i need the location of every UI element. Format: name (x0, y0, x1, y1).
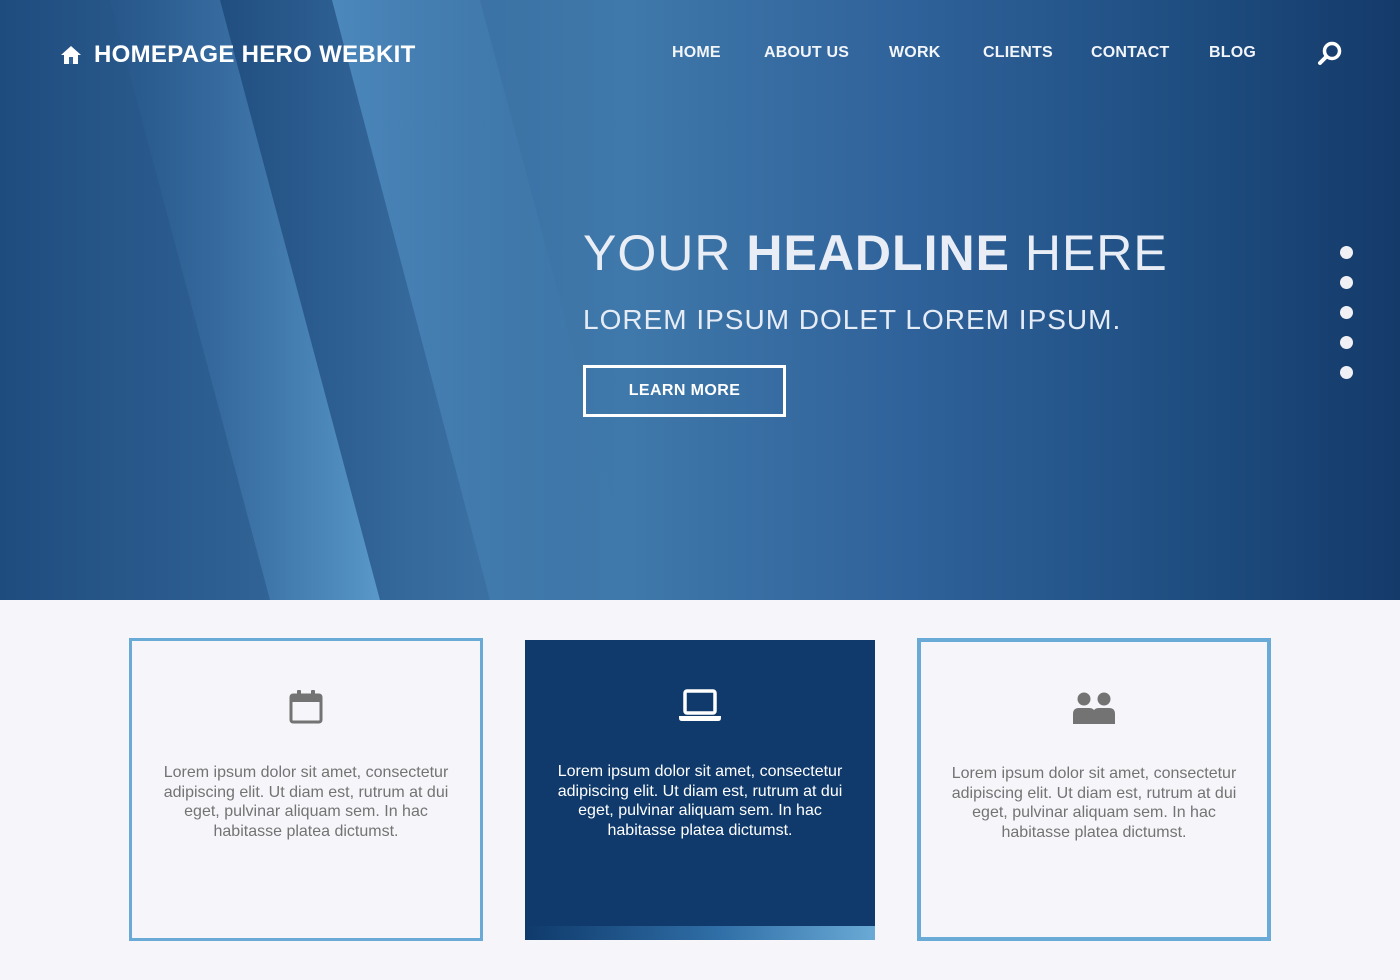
slide-dot-1[interactable] (1340, 246, 1353, 259)
hero-subheadline: LOREM IPSUM DOLET LOREM IPSUM. (583, 304, 1122, 335)
feature-text: Lorem ipsum dolor sit amet, consectetur … (951, 765, 1237, 841)
feature-card-laptop: Lorem ipsum dolor sit amet, consectetur … (525, 640, 875, 940)
card-accent-bar (525, 926, 875, 940)
search-icon[interactable] (1316, 40, 1344, 68)
hero-section: HOMEPAGE HERO WEBKIT HOME ABOUT US WORK … (0, 0, 1400, 600)
feature-text: Lorem ipsum dolor sit amet, consectetur … (163, 764, 449, 840)
laptop-icon (679, 689, 721, 721)
brand-name: HOMEPAGE HERO WEBKIT (94, 41, 416, 68)
nav-work[interactable]: WORK (889, 44, 940, 62)
home-icon (61, 46, 81, 64)
slide-dot-3[interactable] (1340, 306, 1353, 319)
brand-logo[interactable]: HOMEPAGE HERO WEBKIT (60, 40, 416, 70)
navbar: HOMEPAGE HERO WEBKIT HOME ABOUT US WORK … (0, 0, 1400, 108)
slide-dot-5[interactable] (1340, 366, 1353, 379)
headline-part: HERE (1009, 225, 1168, 281)
slide-dot-4[interactable] (1340, 336, 1353, 349)
nav-blog[interactable]: BLOG (1209, 44, 1256, 62)
headline-emphasis: HEADLINE (746, 225, 1010, 281)
nav-about-us[interactable]: ABOUT US (764, 44, 849, 62)
feature-card-users: Lorem ipsum dolor sit amet, consectetur … (917, 638, 1271, 941)
feature-card-calendar: Lorem ipsum dolor sit amet, consectetur … (129, 638, 483, 941)
users-icon (1073, 692, 1115, 724)
nav-contact[interactable]: CONTACT (1091, 44, 1169, 62)
nav-home[interactable]: HOME (672, 44, 721, 62)
hero-headline: YOUR HEADLINE HERE (583, 224, 1168, 282)
feature-text: Lorem ipsum dolor sit amet, consectetur … (557, 763, 843, 839)
learn-more-button[interactable]: LEARN MORE (583, 365, 786, 417)
nav-clients[interactable]: CLIENTS (983, 44, 1053, 62)
headline-part: YOUR (583, 225, 747, 281)
slide-dot-2[interactable] (1340, 276, 1353, 289)
calendar-icon (289, 690, 323, 724)
